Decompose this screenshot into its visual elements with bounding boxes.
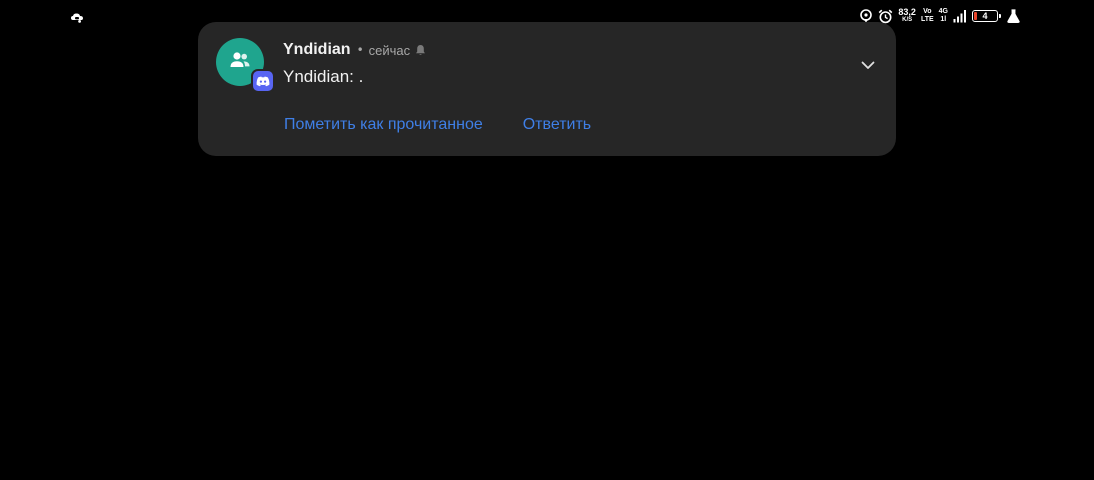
notification-header: Yndidian • сейчас — [283, 41, 426, 59]
screen: 83,2 K/S Vo LTE 4G 1l 4 Yndidian • сейча… — [0, 0, 1094, 480]
reply-button[interactable]: Ответить — [523, 116, 591, 134]
network-type-label: 4G — [938, 8, 948, 15]
group-users-icon — [228, 48, 252, 76]
mark-as-read-button[interactable]: Пометить как прочитанное — [284, 116, 483, 134]
notification-message: Yndidian: . — [283, 67, 364, 86]
notification-sender: Yndidian — [283, 41, 351, 58]
battery-percent: 4 — [982, 11, 988, 21]
battery-level — [974, 12, 977, 20]
app-badge — [253, 71, 273, 91]
expand-button[interactable] — [858, 54, 878, 74]
network-speed-value: 83,2 — [898, 7, 916, 17]
battery-indicator: 4 — [972, 10, 1001, 22]
notification-card[interactable]: Yndidian • сейчас Yndidian: . Пометить к… — [198, 22, 896, 156]
volte-bottom: LTE — [920, 16, 934, 23]
volte-top: Vo — [923, 8, 932, 15]
flask-icon — [1007, 9, 1020, 23]
network-speed-unit: K/S — [902, 17, 913, 23]
cloud-game-icon — [70, 9, 84, 23]
chevron-down-icon — [861, 55, 875, 74]
bell-icon — [415, 44, 426, 56]
network-speed: 83,2 K/S — [898, 8, 916, 24]
volte-indicator: Vo LTE — [921, 8, 934, 24]
separator-dot: • — [356, 43, 364, 57]
notification-actions: Пометить как прочитанное Ответить — [284, 116, 591, 134]
signal-icon — [953, 9, 967, 23]
notification-time: сейчас — [368, 42, 411, 58]
network-type: 4G 1l — [939, 8, 948, 24]
location-icon — [859, 9, 873, 23]
discord-icon — [256, 72, 270, 91]
network-sub-label: 1l — [940, 16, 947, 23]
